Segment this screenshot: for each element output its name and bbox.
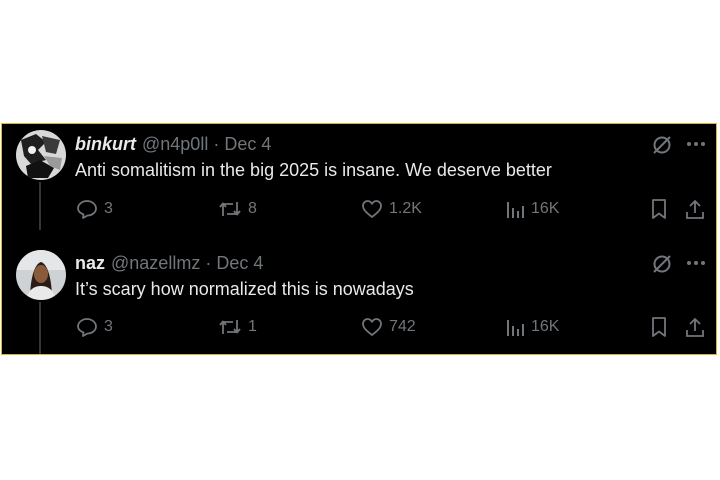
heart-icon xyxy=(362,318,382,336)
separator: · xyxy=(213,134,220,154)
reply-bubble-icon xyxy=(77,318,97,337)
views-button[interactable]: 16K xyxy=(505,316,559,338)
repost-count: 8 xyxy=(248,200,257,217)
avatar[interactable] xyxy=(16,250,66,300)
tweet[interactable]: naz @nazellmz · Dec 4 It’s scary how norm… xyxy=(2,242,718,354)
tweet-header: binkurt @n4p0ll · Dec 4 xyxy=(75,133,271,155)
repost-button[interactable]: 1 xyxy=(218,316,257,338)
repost-count: 1 xyxy=(248,318,257,335)
reply-bubble-icon xyxy=(77,200,97,219)
views-bars-icon xyxy=(507,202,524,218)
repost-button[interactable]: 8 xyxy=(218,198,257,220)
heart-icon xyxy=(362,200,382,218)
reply-count: 3 xyxy=(104,200,113,217)
share-icon xyxy=(686,200,704,219)
avatar[interactable] xyxy=(16,130,66,180)
views-button[interactable]: 16K xyxy=(505,198,559,220)
reply-count: 3 xyxy=(104,318,113,335)
thread-container: binkurt @n4p0ll · Dec 4 Anti somalitism i… xyxy=(1,123,717,355)
tweet-header: naz @nazellmz · Dec 4 xyxy=(75,252,263,274)
grok-slash-circle-icon[interactable] xyxy=(650,133,674,162)
views-count: 16K xyxy=(531,200,560,217)
reply-button[interactable]: 3 xyxy=(76,198,113,220)
timestamp[interactable]: Dec 4 xyxy=(216,253,263,273)
share-icon xyxy=(686,318,704,337)
like-button[interactable]: 742 xyxy=(361,316,416,338)
views-count: 16K xyxy=(531,318,560,335)
handle[interactable]: @nazellmz xyxy=(111,253,200,273)
bookmark-button[interactable] xyxy=(649,198,669,220)
like-count: 1.2K xyxy=(389,200,422,217)
bookmark-icon xyxy=(652,199,666,219)
more-dots-icon[interactable] xyxy=(685,133,707,160)
repost-icon xyxy=(219,202,241,216)
bookmark-button[interactable] xyxy=(649,316,669,338)
tweet-text: It’s scary how normalized this is nowada… xyxy=(75,279,414,299)
reply-button[interactable]: 3 xyxy=(76,316,113,338)
like-button[interactable]: 1.2K xyxy=(361,198,422,220)
views-bars-icon xyxy=(507,320,524,336)
share-button[interactable] xyxy=(684,316,706,338)
separator: · xyxy=(205,253,212,273)
display-name[interactable]: naz xyxy=(75,253,105,273)
repost-icon xyxy=(219,320,241,334)
display-name[interactable]: binkurt xyxy=(75,134,136,154)
tweet[interactable]: binkurt @n4p0ll · Dec 4 Anti somalitism i… xyxy=(2,124,718,242)
more-dots-icon[interactable] xyxy=(685,252,707,279)
share-button[interactable] xyxy=(684,198,706,220)
handle[interactable]: @n4p0ll xyxy=(142,134,208,154)
like-count: 742 xyxy=(389,318,416,335)
timestamp[interactable]: Dec 4 xyxy=(224,134,271,154)
tweet-text: Anti somalitism in the big 2025 is insan… xyxy=(75,160,552,180)
bookmark-icon xyxy=(652,317,666,337)
grok-slash-circle-icon[interactable] xyxy=(650,252,674,281)
